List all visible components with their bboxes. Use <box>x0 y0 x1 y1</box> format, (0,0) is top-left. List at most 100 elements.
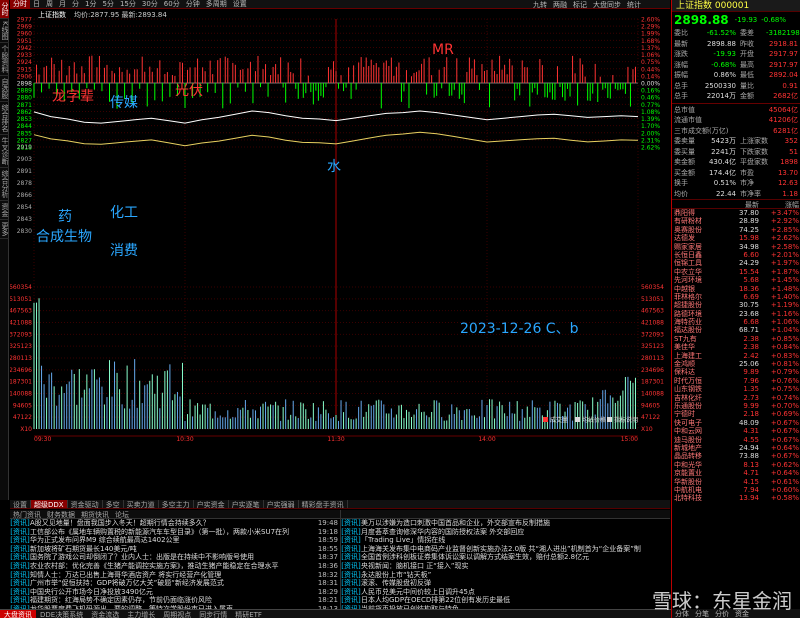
news-item[interactable]: [资讯] 滚滚、传媒股盘初反弹 <box>341 579 670 588</box>
stock-row[interactable]: 宁德时 2.18 +0.69% <box>672 410 800 418</box>
status-tab[interactable]: 周期视点 <box>159 610 195 618</box>
news-tab[interactable]: 论坛 <box>112 510 132 519</box>
indicator-tab[interactable]: 户实逐笔 <box>229 500 264 509</box>
period-tab[interactable]: 1分 <box>82 0 99 9</box>
news-item[interactable]: [资讯] 广州市举“促恒扶持：GDP将破万亿大关”破题“新经济发展范式 18:31 <box>10 579 340 588</box>
stock-row[interactable]: 先河环境 5.68 +1.45% <box>672 276 800 284</box>
status-tab[interactable]: 同步行情 <box>195 610 231 618</box>
indicator-tab[interactable]: 多空 <box>103 500 124 509</box>
left-tab[interactable]: K线图 <box>0 19 9 43</box>
news-item[interactable]: [资讯] 永达股份上市“钻天板” <box>341 571 670 580</box>
indicator-tab[interactable]: 资金驱动 <box>68 500 103 509</box>
news-item[interactable]: [资讯] 美万以涉嫌为造口刺激中国首品和企业，外交部宣布反制措施 <box>341 519 670 528</box>
stock-row[interactable]: 菲林格尔 6.69 +1.40% <box>672 293 800 301</box>
stock-row[interactable]: 上海建工 2.42 +0.83% <box>672 352 800 360</box>
indicator-tab[interactable]: 户实强弱 <box>264 500 299 509</box>
indicator-tab[interactable]: 精彩盘手资讯 <box>299 500 348 509</box>
news-item[interactable]: [资讯] A股又见地量！盘面我国步入冬天！超期行情会持续多久？ 19:48 <box>10 519 340 528</box>
stock-row[interactable]: 中航机电 7.94 +0.60% <box>672 486 800 494</box>
stock-row[interactable]: ST九有 2.38 +0.85% <box>672 335 800 343</box>
news-tab[interactable]: 热门资讯 <box>10 510 44 519</box>
left-tab[interactable]: 分时 <box>0 0 9 19</box>
stock-row[interactable]: 奥赛股份 74.25 +2.85% <box>672 226 800 234</box>
stock-row[interactable]: 达德发 15.98 +2.62% <box>672 234 800 242</box>
stock-row[interactable]: 中农立华 15.54 +1.87% <box>672 268 800 276</box>
stock-row[interactable]: 时代万恒 7.96 +0.76% <box>672 377 800 385</box>
stock-row[interactable]: 金鸿顺 25.06 +0.81% <box>672 360 800 368</box>
period-tab[interactable]: 周 <box>43 0 56 9</box>
status-tab[interactable]: 资金流选 <box>87 610 123 618</box>
stock-row[interactable]: 长恒日鑫 6.60 +2.01% <box>672 251 800 259</box>
news-item[interactable]: [资讯] 新加坡将矿石期货最长140美元/吨 18:55 <box>10 545 340 554</box>
indicator-tab[interactable]: 超级DDX <box>31 500 68 509</box>
period-tab[interactable]: 设置 <box>230 0 250 9</box>
news-item[interactable]: [资讯] 福建期货：红海局势不确定因素仍存，节前仍面临涨价风险 18:21 <box>10 596 340 605</box>
indicator-tab[interactable]: 多空主力 <box>159 500 194 509</box>
stock-row[interactable]: 华新股份 4.15 +0.61% <box>672 478 800 486</box>
left-tab[interactable]: 个股资料 <box>0 43 9 76</box>
period-tab[interactable]: 分 <box>69 0 82 9</box>
stock-row[interactable]: 京能置业 4.71 +0.64% <box>672 469 800 477</box>
news-item[interactable]: [资讯] 华为正式发布问界M9 综合续航最高达1402公里 18:59 <box>10 536 340 545</box>
status-tab[interactable]: 主力增长 <box>123 610 159 618</box>
news-item[interactable]: [资讯] 上海海关发布集中电商码产业监督创新实施办法2.0版 共“湘人进出”机制首… <box>341 545 670 554</box>
period-tab[interactable]: 30分 <box>139 0 161 9</box>
left-tab[interactable]: 牛叉诊断 <box>0 135 9 168</box>
stock-row[interactable]: 恒锦工具 24.29 +1.97% <box>672 259 800 267</box>
stock-row[interactable]: 美佳华 2.38 +0.84% <box>672 343 800 351</box>
period-tab[interactable]: 15分 <box>117 0 139 9</box>
news-item[interactable]: [资讯] 国务院了游戏公司却倒闭了？业内人士：出版是在持续中不影响版号使用 18:3… <box>10 553 340 562</box>
stock-row[interactable]: 路德环境 23.68 +1.16% <box>672 310 800 318</box>
stock-row[interactable]: 海特药业 6.68 +1.06% <box>672 318 800 326</box>
indicator-tab[interactable]: 户实资金 <box>194 500 229 509</box>
stock-row[interactable]: 鼎阳得 37.80 +3.47% <box>672 209 800 217</box>
news-item[interactable]: [资讯] 日本人均GDP在OECD排第22位创有发历史最低 <box>341 596 670 605</box>
stock-row[interactable]: 福达股份 68.71 +1.04% <box>672 326 800 334</box>
stock-row[interactable]: 晶品转移 73.88 +0.67% <box>672 452 800 460</box>
stock-row[interactable]: 新城地产 24.94 +0.64% <box>672 444 800 452</box>
news-item[interactable]: [资讯] 人民币兑美元中间价较上日调升45点 <box>341 588 670 597</box>
stock-row[interactable]: 赐家家居 34.98 +2.58% <box>672 243 800 251</box>
period-tab[interactable]: 多周期 <box>203 0 230 9</box>
stock-row[interactable]: 快可电子 48.09 +0.67% <box>672 419 800 427</box>
news-item[interactable]: [资讯] 央视新闻：脑机接口 正“接入”现实 <box>341 562 670 571</box>
indicator-tab[interactable]: 设置 <box>10 500 31 509</box>
period-tab[interactable]: 分时 <box>10 0 30 9</box>
period-tab[interactable]: 60分 <box>161 0 183 9</box>
status-tab[interactable]: DDE决策系统 <box>36 610 87 618</box>
stock-row[interactable]: 乐通股份 9.99 +0.70% <box>672 402 800 410</box>
left-tab[interactable]: 自选股 <box>0 76 9 102</box>
stock-row[interactable]: 有研粉材 28.89 +2.92% <box>672 217 800 225</box>
stock-row[interactable]: 中和光华 8.13 +0.62% <box>672 461 800 469</box>
news-item[interactable]: [资讯] 全国首例涉科创板证券集体诉讼案以调解方式结案生效，赔付总额2.8亿元 <box>341 553 670 562</box>
period-tab[interactable]: 分钟 <box>183 0 203 9</box>
news-tab[interactable]: 期货快讯 <box>78 510 112 519</box>
left-tab[interactable]: 综合分析 <box>0 168 9 201</box>
stock-row[interactable]: 中和云网 4.31 +0.67% <box>672 427 800 435</box>
stock-row[interactable]: 吉林化纤 2.73 +0.74% <box>672 394 800 402</box>
stock-row[interactable]: 山东钢铁 1.35 +0.75% <box>672 385 800 393</box>
stock-change: +0.79% <box>770 368 799 377</box>
left-tab[interactable]: 更多 <box>0 220 9 239</box>
news-item[interactable]: [资讯] 中国央行公开市场今日净投放3490亿元 18:29 <box>10 588 340 597</box>
stock-row[interactable]: 中越银 18.36 +1.48% <box>672 285 800 293</box>
period-tab[interactable]: 5分 <box>99 0 116 9</box>
news-item[interactable]: [资讯] 农业农村部：优化完善《生猪产能调控实施方案》，推动生猪产能稳定在合理水平… <box>10 562 340 571</box>
left-tab[interactable]: 资金 <box>0 201 9 220</box>
stock-row[interactable]: 保科达 9.89 +0.79% <box>672 368 800 376</box>
news-item[interactable]: [资讯] 工信部公布《属地车辆购置税的新能源汽车车型目录》（第一批），两款小米SU… <box>10 528 340 537</box>
stock-row[interactable]: 超捷股份 30.75 +1.19% <box>672 301 800 309</box>
news-item[interactable]: [资讯] 知情人士：万达已出售上海哥华酒店资产 将实行经营产化管理 18:32 <box>10 571 340 580</box>
stock-row[interactable]: 北特科技 13.94 +0.58% <box>672 494 800 502</box>
left-tab[interactable]: 综合排名 <box>0 102 9 135</box>
news-tab[interactable]: 财务数据 <box>44 510 78 519</box>
news-item[interactable]: [资讯] 月度荟萃查询修深华内容的国防授权法案 外交部回应 <box>341 528 670 537</box>
stock-row[interactable]: 迪马股份 4.55 +0.67% <box>672 436 800 444</box>
period-tab[interactable]: 月 <box>56 0 69 9</box>
status-tab[interactable]: 精研ETF <box>231 610 266 618</box>
status-tab[interactable]: 大盘资讯 <box>0 610 36 618</box>
indicator-tab[interactable]: 买卖力道 <box>124 500 159 509</box>
intraday-chart[interactable]: 上证指数 均价:2877.95 最新:2893.84 2977 2.60% 2969 2.… <box>10 9 670 499</box>
period-tab[interactable]: 日 <box>30 0 43 9</box>
news-item[interactable]: [资讯] 「Trading Live」情拐在线 <box>341 536 670 545</box>
